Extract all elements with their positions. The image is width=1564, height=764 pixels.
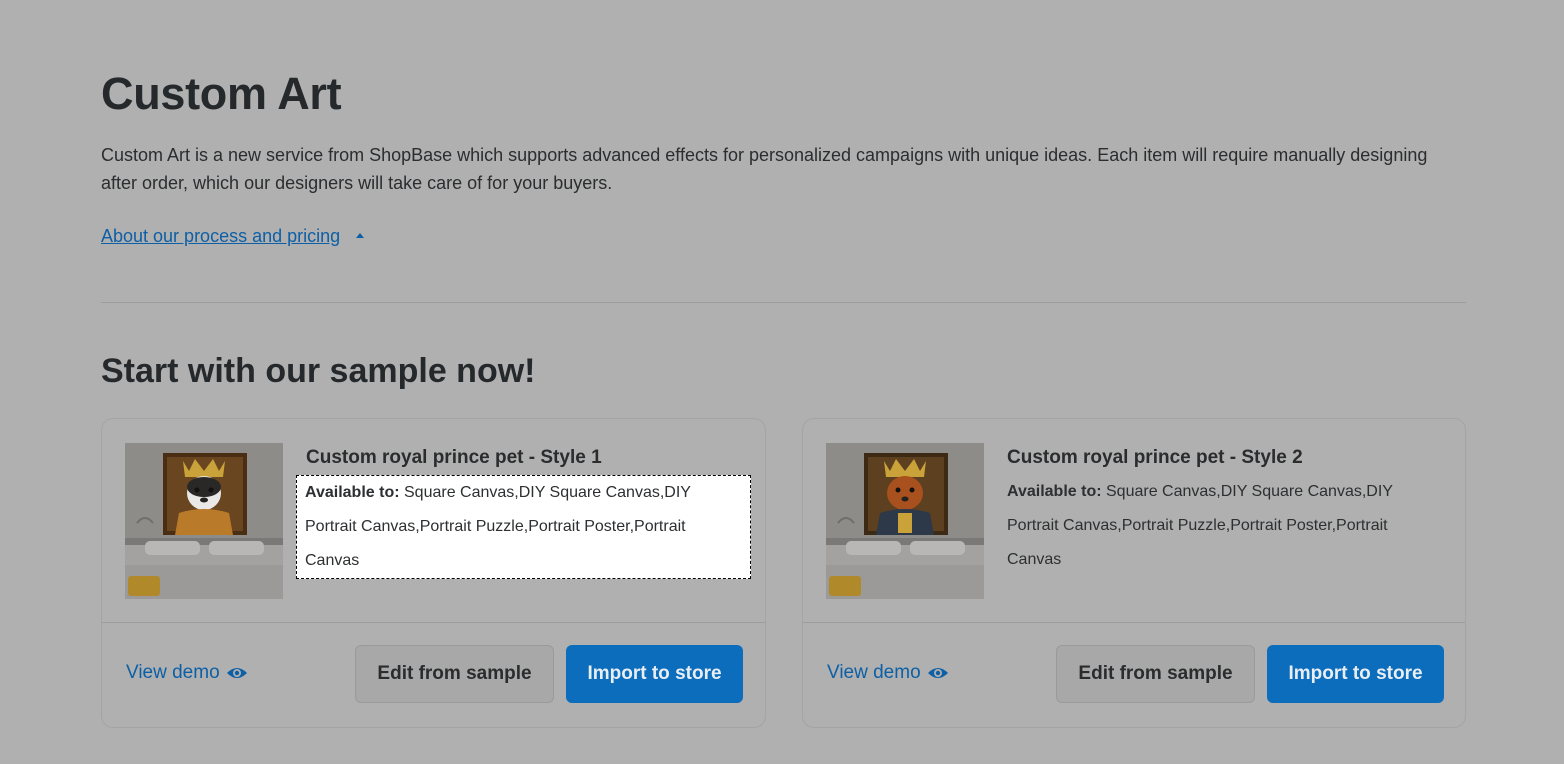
- card-divider: [803, 622, 1465, 623]
- card-title: Custom royal prince pet - Style 2: [1007, 447, 1303, 468]
- sample-card: Custom royal prince pet - Style 1 Availa…: [101, 418, 766, 728]
- divider: [101, 302, 1466, 303]
- available-to-text: Available to: Square Canvas,DIY Square C…: [1003, 475, 1447, 577]
- page-title: Custom Art: [101, 68, 342, 119]
- product-thumbnail: [826, 443, 984, 599]
- eye-icon: [226, 668, 247, 678]
- product-thumbnail: [125, 443, 283, 599]
- available-to-text: Available to: Square Canvas,DIY Square C…: [296, 475, 751, 579]
- import-to-store-button[interactable]: Import to store: [566, 645, 743, 703]
- eye-icon: [927, 668, 948, 678]
- about-process-link[interactable]: About our process and pricing: [101, 226, 365, 247]
- edit-from-sample-button[interactable]: Edit from sample: [1056, 645, 1255, 703]
- section-title: Start with our sample now!: [101, 352, 536, 390]
- about-process-link-label[interactable]: About our process and pricing: [101, 226, 340, 247]
- view-demo-label[interactable]: View demo: [126, 662, 220, 684]
- page: Custom Art Custom Art is a new service f…: [0, 0, 1564, 764]
- card-divider: [102, 622, 765, 623]
- page-description: Custom Art is a new service from ShopBas…: [101, 145, 1428, 193]
- card-title: Custom royal prince pet - Style 1: [306, 447, 602, 468]
- view-demo-link[interactable]: View demo: [827, 662, 949, 684]
- view-demo-link[interactable]: View demo: [126, 662, 248, 684]
- view-demo-label[interactable]: View demo: [827, 662, 921, 684]
- sample-card: Custom royal prince pet - Style 2 Availa…: [802, 418, 1466, 728]
- caret-up-icon: [356, 233, 365, 238]
- import-to-store-button[interactable]: Import to store: [1267, 645, 1444, 703]
- edit-from-sample-button[interactable]: Edit from sample: [355, 645, 554, 703]
- available-to-label: Available to:: [305, 484, 400, 501]
- available-to-label: Available to:: [1007, 483, 1102, 500]
